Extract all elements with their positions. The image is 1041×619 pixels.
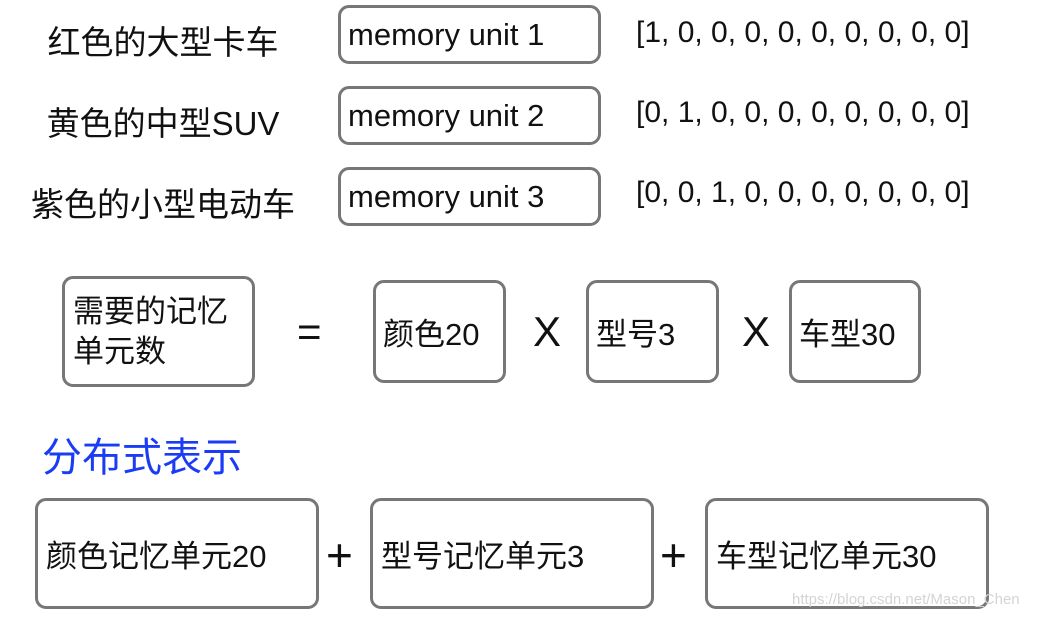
equals-sign: =: [297, 308, 322, 355]
row-label-2: 黄色的中型SUV: [46, 105, 280, 142]
diagram-canvas: 红色的大型卡车 黄色的中型SUV 紫色的小型电动车 memory unit 1 …: [0, 0, 1041, 619]
distributed-title: 分布式表示: [42, 436, 242, 480]
row-label-3: 紫色的小型电动车: [31, 186, 295, 223]
required-units-box: 需要的记忆单元数: [62, 276, 255, 387]
term-box-color: 颜色记忆单元20: [35, 498, 319, 609]
memory-unit-box-3: memory unit 3: [338, 167, 601, 226]
watermark: https://blog.csdn.net/Mason_Chen: [792, 591, 1020, 608]
required-units-label: 需要的记忆单元数: [73, 293, 228, 369]
memory-unit-label: memory unit 2: [348, 97, 545, 133]
one-hot-vector-3: [0, 0, 1, 0, 0, 0, 0, 0, 0, 0]: [636, 176, 970, 209]
one-hot-vector-1: [1, 0, 0, 0, 0, 0, 0, 0, 0, 0]: [636, 16, 970, 49]
one-hot-vector-2: [0, 1, 0, 0, 0, 0, 0, 0, 0, 0]: [636, 96, 970, 129]
term-label: 车型记忆单元30: [716, 539, 937, 574]
memory-unit-box-1: memory unit 1: [338, 5, 601, 64]
factor-label: 车型30: [799, 317, 896, 352]
plus-sign: +: [326, 529, 353, 581]
memory-unit-box-2: memory unit 2: [338, 86, 601, 145]
term-label: 颜色记忆单元20: [46, 539, 267, 574]
factor-box-color: 颜色20: [373, 280, 506, 383]
factor-box-vehicle-type: 车型30: [789, 280, 921, 383]
term-label: 型号记忆单元3: [381, 539, 585, 574]
memory-unit-label: memory unit 1: [348, 16, 545, 52]
factor-label: 颜色20: [383, 317, 480, 352]
factor-box-model: 型号3: [586, 280, 719, 383]
memory-unit-label: memory unit 3: [348, 178, 545, 214]
factor-label: 型号3: [596, 317, 676, 352]
times-sign: X: [533, 308, 562, 355]
row-label-1: 红色的大型卡车: [47, 24, 279, 61]
times-sign: X: [742, 308, 771, 355]
term-box-model: 型号记忆单元3: [370, 498, 654, 609]
plus-sign: +: [660, 529, 687, 581]
